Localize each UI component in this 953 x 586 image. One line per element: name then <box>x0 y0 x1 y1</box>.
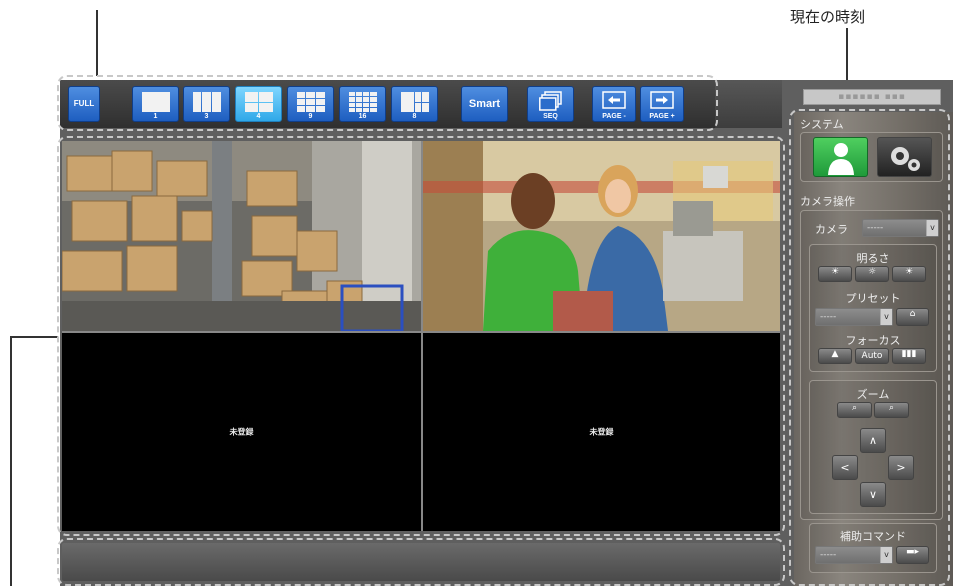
camera-ops-title: カメラ操作 <box>800 195 855 208</box>
status-bar <box>62 543 780 581</box>
tile-divider-vertical <box>421 141 423 531</box>
toolbar-spacer <box>715 80 782 128</box>
zoom-out-button[interactable]: ⌕ <box>874 402 909 418</box>
nine-view-icon <box>296 92 325 112</box>
aux-command-select[interactable]: ----- v <box>815 546 893 564</box>
layout-9-button[interactable]: 9 <box>287 86 334 122</box>
chevron-down-icon: v <box>880 547 892 563</box>
sequence-stack-icon <box>538 91 563 113</box>
arrow-right-icon <box>650 91 674 111</box>
unregistered-label: 未登録 <box>589 427 614 437</box>
layout-3-button[interactable]: 3 <box>183 86 230 122</box>
full-screen-button[interactable]: FULL <box>68 86 100 122</box>
current-time-display: ▪▪▪▪▪▪ ▪▪▪ <box>803 89 941 105</box>
zoom-in-button[interactable]: ⌕ <box>837 402 872 418</box>
single-view-icon <box>141 92 170 112</box>
pan-right-button[interactable]: > <box>888 455 914 480</box>
camera-select[interactable]: ----- v <box>862 219 939 237</box>
smart-button[interactable]: Smart <box>461 86 508 122</box>
camera-tile-checkout[interactable] <box>423 141 780 331</box>
camera-tile-3[interactable]: 未登録 <box>62 333 421 531</box>
callout-line-video <box>10 336 12 586</box>
aux-command-label: 補助コマンド <box>840 530 906 543</box>
focus-auto-button[interactable]: Auto <box>855 348 889 364</box>
aux-command-send-button[interactable]: ▬▸ <box>896 546 929 564</box>
focus-label: フォーカス <box>845 334 901 347</box>
checkout-image <box>423 141 780 331</box>
page-prev-button[interactable]: PAGE - <box>592 86 636 122</box>
settings-button[interactable] <box>877 137 932 177</box>
warehouse-image <box>62 141 421 331</box>
pan-down-button[interactable]: ∨ <box>860 482 886 507</box>
quad-view-icon <box>244 92 273 112</box>
preset-select[interactable]: ----- v <box>815 308 893 326</box>
brightness-up-button[interactable]: ☀ <box>892 266 926 282</box>
layout-1-button[interactable]: 1 <box>132 86 179 122</box>
chevron-down-icon: v <box>880 309 892 325</box>
layout-16-button[interactable]: 16 <box>339 86 386 122</box>
current-time-callout: 現在の時刻 <box>790 8 866 26</box>
callout-line-toolbar <box>96 10 98 76</box>
sequence-button[interactable]: SEQ <box>527 86 574 122</box>
sixteen-view-icon <box>348 92 377 112</box>
gears-icon <box>890 147 920 171</box>
arrow-left-icon <box>602 91 626 111</box>
camera-tile-4[interactable]: 未登録 <box>423 333 780 531</box>
focus-far-button[interactable]: ▮▮▮ <box>892 348 926 364</box>
layout-8-button[interactable]: 8 <box>391 86 438 122</box>
page-next-button[interactable]: PAGE + <box>640 86 684 122</box>
layout-4-button[interactable]: 4 <box>235 86 282 122</box>
zoom-label: ズーム <box>856 388 890 401</box>
preset-home-button[interactable]: ⌂ <box>896 308 929 326</box>
chevron-down-icon: v <box>926 220 938 236</box>
callout-line-video-h <box>10 336 58 338</box>
focus-near-button[interactable]: ▲ <box>818 348 852 364</box>
unregistered-label: 未登録 <box>229 427 254 437</box>
preset-label: プリセット <box>845 292 901 305</box>
brightness-label: 明るさ <box>856 252 890 265</box>
pan-left-button[interactable]: < <box>832 455 858 480</box>
camera-label: カメラ <box>815 223 848 236</box>
brightness-down-button[interactable]: ☀ <box>818 266 852 282</box>
three-view-icon <box>192 92 221 112</box>
user-button[interactable] <box>813 137 868 177</box>
eight-view-icon <box>400 92 429 112</box>
camera-tile-warehouse[interactable] <box>62 141 421 331</box>
pan-up-button[interactable]: ∧ <box>860 428 886 453</box>
user-icon <box>827 143 854 175</box>
system-section-title: システム <box>800 118 844 131</box>
brightness-reset-button[interactable]: ☼ <box>855 266 889 282</box>
tile-divider-horizontal <box>62 331 780 333</box>
